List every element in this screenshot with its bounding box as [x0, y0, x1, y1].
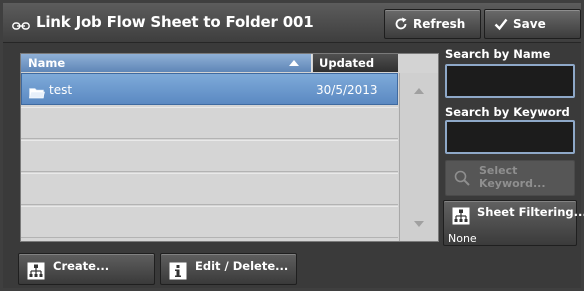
folder-list: Name Updated test 30/5/2013: [20, 53, 439, 242]
select-keyword-label: Select Keyword...: [479, 164, 546, 190]
save-button[interactable]: Save: [484, 9, 581, 39]
scroll-down-button[interactable]: [400, 201, 438, 241]
column-name-label: Name: [28, 56, 66, 70]
search-by-keyword-input[interactable]: [445, 120, 575, 154]
create-button[interactable]: Create...: [18, 253, 155, 285]
page-title: Link Job Flow Sheet to Folder 001: [36, 13, 314, 31]
main-panel: Name Updated test 30/5/2013 Create... Ed…: [3, 43, 584, 288]
item-updated: 30/5/2013: [316, 83, 378, 97]
scroll-up-button[interactable]: [400, 73, 438, 113]
empty-row: [21, 206, 398, 238]
save-label: Save: [513, 17, 546, 31]
column-header-name[interactable]: Name: [21, 54, 312, 72]
folder-icon: [29, 84, 45, 99]
magnifier-icon: [454, 170, 470, 186]
link-icon: [12, 17, 30, 30]
hierarchy-icon: [452, 207, 470, 225]
column-header-updated[interactable]: Updated: [313, 54, 398, 72]
title-bar: Link Job Flow Sheet to Folder 001 Refres…: [3, 3, 581, 43]
app-window: Link Job Flow Sheet to Folder 001 Refres…: [0, 0, 584, 291]
empty-row: [21, 140, 398, 172]
create-label: Create...: [53, 259, 110, 273]
sheet-filtering-label: Sheet Filtering...: [477, 205, 584, 219]
list-rows: test 30/5/2013: [21, 73, 398, 241]
arrow-down-icon: [414, 221, 424, 227]
search-by-keyword-label: Search by Keyword: [445, 105, 570, 119]
edit-delete-label: Edit / Delete...: [195, 259, 289, 273]
refresh-label: Refresh: [413, 17, 466, 31]
refresh-icon: [394, 17, 408, 31]
checkmark-icon: [494, 17, 508, 31]
search-by-name-label: Search by Name: [445, 47, 551, 61]
edit-delete-button[interactable]: Edit / Delete...: [160, 253, 297, 285]
sheet-filtering-button[interactable]: Sheet Filtering... None: [443, 200, 584, 246]
select-keyword-button[interactable]: Select Keyword...: [445, 160, 575, 196]
scrollbar: [399, 73, 438, 241]
sort-ascending-icon: [289, 60, 299, 66]
sheet-filtering-value: None: [448, 232, 477, 245]
info-icon: [169, 262, 187, 280]
empty-row: [21, 173, 398, 205]
hierarchy-icon: [27, 262, 45, 280]
item-name: test: [49, 83, 73, 97]
list-item[interactable]: test 30/5/2013: [21, 73, 398, 105]
list-header: Name Updated: [21, 54, 438, 72]
arrow-up-icon: [414, 88, 424, 94]
column-updated-label: Updated: [319, 56, 375, 70]
refresh-button[interactable]: Refresh: [384, 9, 481, 39]
search-by-name-input[interactable]: [445, 64, 575, 98]
empty-row: [21, 107, 398, 139]
